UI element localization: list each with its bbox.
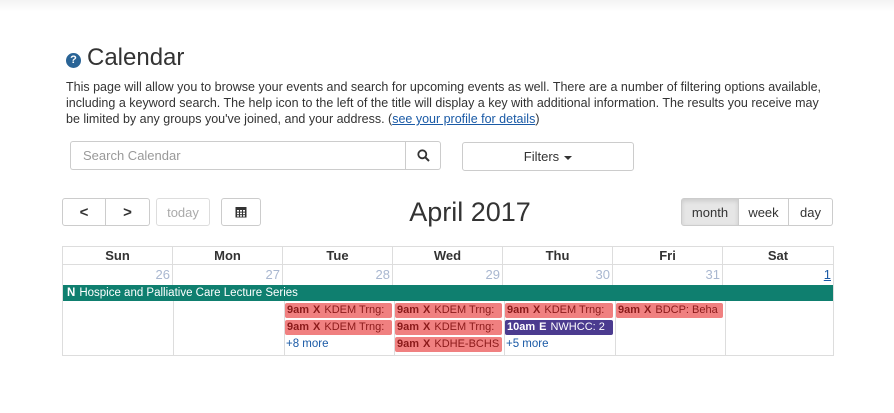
day-number[interactable]: 30 <box>503 265 613 285</box>
event-title: KDEM Trng: <box>434 321 495 333</box>
event-time: 10am <box>507 321 536 333</box>
navigation-group: < > <box>62 198 150 226</box>
month-title: April 2017 <box>409 197 531 227</box>
event-item[interactable]: 9am X KDEM Trng: <box>285 320 392 335</box>
event-title: Hospice and Palliative Care Lecture Seri… <box>79 287 298 299</box>
event-badge: N <box>67 287 76 299</box>
event-badge: E <box>539 321 547 333</box>
day-number[interactable]: 31 <box>613 265 723 285</box>
page-title: Calendar <box>87 44 185 71</box>
event-item[interactable]: 9am X KDEM Trng: <box>505 303 613 318</box>
event-item[interactable]: 9am X KDHE-BCHS <box>395 337 502 352</box>
event-badge: X <box>423 338 431 350</box>
next-button[interactable]: > <box>106 198 150 226</box>
calendar-picker-button[interactable] <box>221 198 261 226</box>
top-border <box>0 0 894 12</box>
help-icon[interactable]: ? <box>66 52 81 68</box>
page-description: This page will allow you to browse your … <box>66 79 836 127</box>
weekday-header: Sun <box>63 247 173 265</box>
weekday-header-row: Sun Mon Tue Wed Thu Fri Sat <box>63 247 833 265</box>
event-badge: X <box>313 321 321 333</box>
prev-button[interactable]: < <box>62 198 106 226</box>
event-title: KDEM Trng: <box>324 304 385 316</box>
calendar-icon <box>235 207 247 218</box>
multi-day-event-banner[interactable]: N Hospice and Palliative Care Lecture Ser… <box>63 285 833 301</box>
event-item[interactable]: 10am E NWHCC: 2 <box>505 320 613 335</box>
day-view-button[interactable]: day <box>789 198 833 226</box>
event-badge: X <box>533 304 541 316</box>
event-time: 9am <box>287 321 310 333</box>
event-title: KDEM Trng: <box>324 321 385 333</box>
month-view-button[interactable]: month <box>681 198 739 226</box>
search-button[interactable] <box>405 141 441 170</box>
event-time: 9am <box>618 304 641 316</box>
event-badge: X <box>644 304 652 316</box>
day-number[interactable]: 26 <box>63 265 173 285</box>
today-button[interactable]: today <box>156 198 210 226</box>
week-view-button[interactable]: week <box>739 198 789 226</box>
day-number[interactable]: 27 <box>173 265 283 285</box>
weekday-header: Wed <box>393 247 503 265</box>
weekday-header: Sat <box>723 247 833 265</box>
weekday-header: Tue <box>283 247 393 265</box>
more-events-link[interactable]: +5 more <box>506 337 549 351</box>
event-title: KDEM Trng: <box>544 304 605 316</box>
event-title: KDEM Trng: <box>434 304 495 316</box>
event-time: 9am <box>397 321 420 333</box>
event-title: NWHCC: 2 <box>550 321 605 333</box>
event-item[interactable]: 9am X KDEM Trng: <box>285 303 392 318</box>
search-icon <box>416 149 430 162</box>
weekday-header: Thu <box>503 247 613 265</box>
day-number-row: 26 27 28 29 30 31 1 <box>63 265 833 285</box>
column-divider <box>173 301 174 355</box>
column-divider <box>725 301 726 355</box>
calendar-grid: Sun Mon Tue Wed Thu Fri Sat 26 27 28 29 … <box>62 246 834 356</box>
weekday-header: Mon <box>173 247 283 265</box>
event-title: BDCP: Beha <box>655 304 718 316</box>
profile-link[interactable]: see your profile for details <box>392 112 535 126</box>
more-events-link[interactable]: +8 more <box>286 337 329 351</box>
description-end: ) <box>535 112 540 126</box>
event-badge: X <box>313 304 321 316</box>
day-number[interactable]: 29 <box>393 265 503 285</box>
page-header: ? Calendar <box>66 44 184 72</box>
event-time: 9am <box>287 304 310 316</box>
caret-down-icon <box>564 155 573 160</box>
weekday-header: Fri <box>613 247 723 265</box>
event-item[interactable]: 9am X KDEM Trng: <box>395 320 502 335</box>
event-time: 9am <box>397 338 420 350</box>
search-input[interactable] <box>70 141 405 170</box>
filters-button[interactable]: Filters <box>462 142 634 171</box>
filters-label: Filters <box>523 149 560 164</box>
event-badge: X <box>423 321 431 333</box>
event-item[interactable]: 9am X KDEM Trng: <box>395 303 502 318</box>
events-area: 9am X KDEM Trng: 9am X KDEM Trng: +8 more 9a… <box>63 301 833 355</box>
day-number[interactable]: 1 <box>723 265 833 285</box>
event-time: 9am <box>397 304 420 316</box>
search-bar <box>70 141 441 170</box>
view-switcher: month week day <box>681 198 833 226</box>
event-time: 9am <box>507 304 530 316</box>
day-number[interactable]: 28 <box>283 265 393 285</box>
event-badge: X <box>423 304 431 316</box>
event-title: KDHE-BCHS <box>434 338 500 350</box>
event-item[interactable]: 9am X BDCP: Beha <box>616 303 723 318</box>
